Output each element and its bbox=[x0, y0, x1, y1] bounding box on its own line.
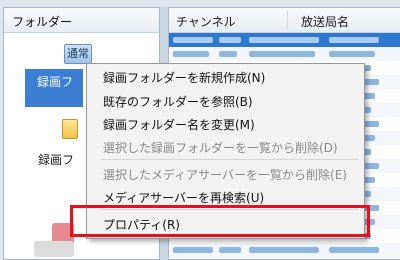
menu-item-new-folder[interactable]: 録画フォルダーを新規作成(N) bbox=[103, 69, 265, 86]
column-header-channel[interactable]: チャンネル bbox=[176, 13, 236, 30]
channel-row[interactable] bbox=[169, 243, 400, 257]
menu-item-remove-folder[interactable]: 選択した録画フォルダーを一覧から削除(D) bbox=[103, 139, 338, 156]
blurred-cell bbox=[173, 37, 213, 43]
menu-item-remove-media-server[interactable]: 選択したメディアサーバーを一覧から削除(E) bbox=[103, 166, 347, 183]
blurred-cell bbox=[249, 37, 319, 43]
blurred-cell bbox=[329, 51, 375, 57]
context-menu: 録画フォルダーを新規作成(N) 既存のフォルダーを参照(B) 録画フォルダー名を… bbox=[86, 63, 365, 239]
blurred-cell bbox=[219, 51, 237, 57]
app-window: フォルダー 通常 録画フ 録画フ チャンネル 放送局名 録画フォルダーを新規作成… bbox=[0, 0, 400, 260]
media-server-label-blurred bbox=[34, 241, 74, 257]
folder-panel-header: フォルダー bbox=[4, 8, 159, 33]
blurred-cell bbox=[173, 247, 213, 253]
common-tag-icon: 通常 bbox=[64, 44, 92, 64]
blurred-cell bbox=[219, 37, 241, 43]
menu-separator bbox=[101, 159, 358, 160]
menu-item-properties[interactable]: プロパティ(R) bbox=[103, 216, 180, 233]
menu-item-rename-folder[interactable]: 録画フォルダー名を変更(M) bbox=[103, 116, 255, 133]
tree-item-label: 録画フ bbox=[37, 75, 74, 89]
tree-item-recording-folder-selected[interactable]: 録画フ bbox=[25, 69, 83, 107]
column-divider[interactable] bbox=[287, 11, 288, 29]
channel-row[interactable] bbox=[169, 33, 400, 47]
column-header-station[interactable]: 放送局名 bbox=[301, 13, 349, 30]
tree-item-recording-folder[interactable]: 録画フ bbox=[38, 151, 74, 168]
blurred-cell bbox=[329, 37, 379, 43]
menu-separator bbox=[101, 209, 358, 210]
channel-list-header: チャンネル 放送局名 bbox=[169, 8, 400, 33]
blurred-cell bbox=[249, 247, 319, 253]
blurred-cell bbox=[173, 51, 209, 57]
blurred-cell bbox=[249, 51, 315, 57]
folder-icon bbox=[62, 119, 78, 139]
menu-item-rescan-media-server[interactable]: メディアサーバーを再検索(U) bbox=[103, 189, 264, 206]
blurred-cell bbox=[329, 247, 379, 253]
channel-row[interactable] bbox=[169, 47, 400, 61]
blurred-cell bbox=[219, 247, 241, 253]
folder-panel-title: フォルダー bbox=[12, 15, 73, 29]
menu-item-browse-folder[interactable]: 既存のフォルダーを参照(B) bbox=[103, 93, 253, 110]
